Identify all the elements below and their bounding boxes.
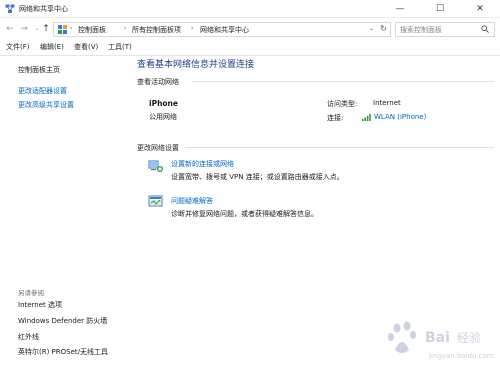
close-button[interactable]: ✕ <box>460 0 500 18</box>
see-also-proset-wireless[interactable]: 英特尔(R) PROSet/无线工具 <box>18 347 108 357</box>
menu-file[interactable]: 文件(F) <box>6 42 30 52</box>
refresh-icon[interactable]: ↻ <box>380 24 387 33</box>
setup-connection-link[interactable]: 设置新的连接或网络 <box>171 159 234 169</box>
breadcrumb-item[interactable]: 网络和共享中心 <box>200 25 249 35</box>
window-title: 网络和共享中心 <box>19 5 68 13</box>
address-bar: ← → ⌄ ↑ › 控制面板 › 所有控制面板项 › 网络和共享中心 ⌄ ↻ 搜… <box>0 18 500 40</box>
svg-text:jingyan.baidu.com: jingyan.baidu.com <box>428 352 494 360</box>
chevron-right-icon: › <box>191 25 194 32</box>
network-name: iPhone <box>149 99 178 108</box>
sidebar-item-adapter-settings[interactable]: 更改适配器设置 <box>18 86 67 96</box>
search-input[interactable]: 搜索控制面板 <box>395 22 495 37</box>
svg-text:经验: 经验 <box>457 330 481 345</box>
chevron-down-icon[interactable]: ⌄ <box>369 25 374 32</box>
network-center-icon <box>5 4 15 13</box>
access-type-value: Internet <box>373 99 401 107</box>
chevron-right-icon: › <box>70 25 73 32</box>
minimize-button[interactable]: — <box>380 0 420 18</box>
maximize-button[interactable]: ☐ <box>420 0 460 18</box>
connection-link[interactable]: WLAN (iPhone) <box>374 113 426 121</box>
see-also-firewall[interactable]: Windows Defender 防火墙 <box>18 316 107 326</box>
see-also-internet-options[interactable]: Internet 选项 <box>18 300 62 310</box>
access-type-label: 访问类型: <box>327 100 358 108</box>
section-divider <box>192 81 494 82</box>
sidebar-item-advanced-sharing[interactable]: 更改高级共享设置 <box>18 100 74 110</box>
chevron-right-icon: › <box>124 25 127 32</box>
control-panel-icon <box>58 25 67 34</box>
see-also-infrared[interactable]: 红外线 <box>18 332 39 342</box>
menu-tools[interactable]: 工具(T) <box>108 42 132 52</box>
sidebar-item-home[interactable]: 控制面板主页 <box>18 65 60 75</box>
forward-button[interactable]: → <box>18 22 30 36</box>
breadcrumb[interactable]: › 控制面板 › 所有控制面板项 › 网络和共享中心 ⌄ ↻ <box>53 22 391 37</box>
breadcrumb-item[interactable]: 控制面板 <box>78 25 106 35</box>
breadcrumb-item[interactable]: 所有控制面板项 <box>132 25 181 35</box>
watermark-logo: Bai 经验 jingyan.baidu.com <box>388 321 494 360</box>
wifi-signal-icon <box>362 114 371 121</box>
menu-edit[interactable]: 编辑(E) <box>40 42 64 52</box>
setup-connection-description: 设置宽带、拨号或 VPN 连接；或设置路由器或接入点。 <box>171 173 344 181</box>
title-bar: 网络和共享中心 — ☐ ✕ <box>0 0 500 18</box>
troubleshoot-description: 诊断并修复网络问题，或者获得疑难解答信息。 <box>171 210 318 218</box>
sidebar: 控制面板主页 更改适配器设置 更改高级共享设置 另请参阅 Internet 选项… <box>0 56 130 369</box>
menu-bar: 文件(F) 编辑(E) 查看(V) 工具(T) <box>0 40 500 54</box>
section-divider <box>185 147 494 148</box>
page-title: 查看基本网络信息并设置连接 <box>137 60 255 70</box>
svg-text:Bai: Bai <box>425 330 450 346</box>
menu-view[interactable]: 查看(V) <box>74 42 98 52</box>
search-icon[interactable] <box>481 25 489 33</box>
connection-label: 连接: <box>327 114 344 122</box>
network-type[interactable]: 公用网络 <box>149 112 177 122</box>
troubleshoot-link[interactable]: 问题疑难解答 <box>171 196 213 206</box>
active-networks-heading: 查看活动网络 <box>137 78 179 86</box>
network-setup-icon <box>148 160 163 172</box>
see-also-heading: 另请参阅 <box>18 289 44 297</box>
up-button[interactable]: ↑ <box>40 22 52 36</box>
change-settings-heading: 更改网络设置 <box>137 144 179 152</box>
back-button[interactable]: ← <box>4 22 16 36</box>
search-placeholder: 搜索控制面板 <box>400 26 442 34</box>
troubleshoot-icon <box>148 195 163 207</box>
